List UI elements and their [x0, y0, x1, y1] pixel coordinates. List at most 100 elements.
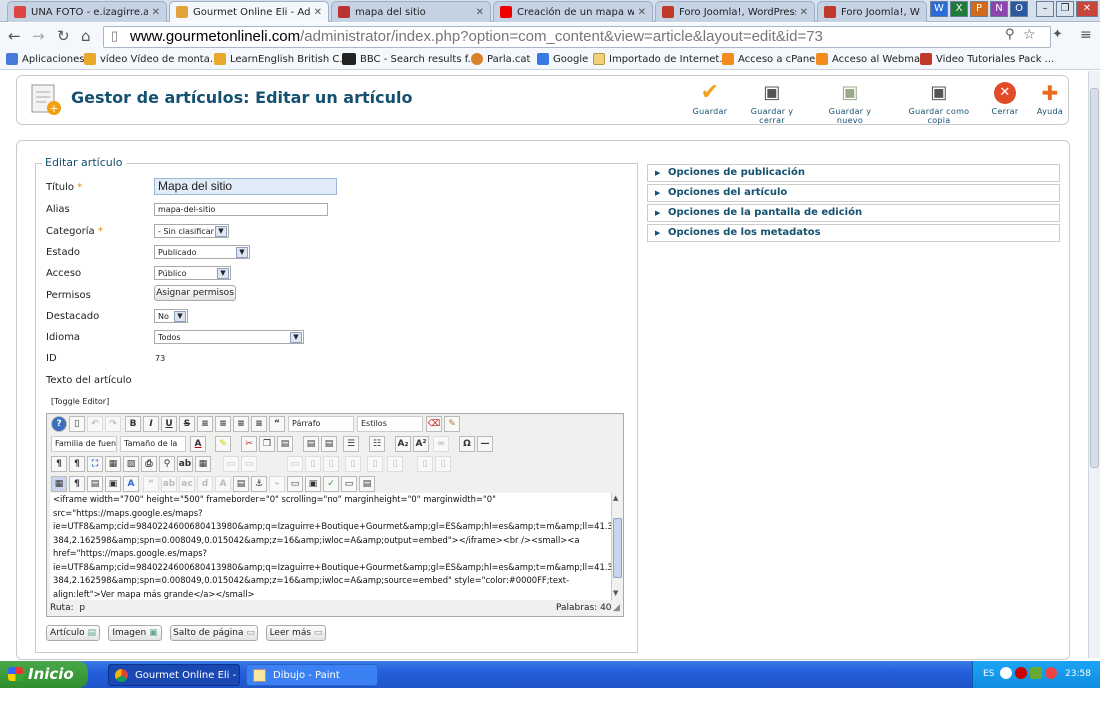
- ins-icon[interactable]: A: [215, 476, 231, 492]
- copy-icon[interactable]: ❐: [259, 436, 275, 452]
- language-indicator[interactable]: ES: [983, 669, 994, 679]
- bookmark-tutoriales[interactable]: Video Tutoriales Pack ...: [920, 53, 1054, 65]
- state-select[interactable]: Publicado ▼: [154, 245, 250, 259]
- text-color-icon[interactable]: A: [190, 436, 206, 452]
- superscript-icon[interactable]: A²: [413, 436, 429, 452]
- bookmark-cpanel[interactable]: Acceso a cPanel: [722, 53, 818, 65]
- merge-cells-icon[interactable]: ▯: [387, 456, 403, 472]
- tray-icon[interactable]: [1015, 667, 1027, 679]
- save-copy-button[interactable]: ▣ Guardar como copia: [896, 82, 982, 125]
- resize-handle-icon[interactable]: ◢: [613, 600, 620, 616]
- styles-select[interactable]: Estilos: [357, 416, 423, 432]
- menu-icon[interactable]: ≡: [1080, 27, 1092, 43]
- visual-aid-icon[interactable]: ▦: [51, 476, 67, 492]
- address-bar[interactable]: ▯ www.gourmetonlineli.com/administrator/…: [103, 26, 1051, 48]
- alias-input[interactable]: mapa-del-sitio: [154, 203, 328, 216]
- pagebreak-icon[interactable]: ▤: [359, 476, 375, 492]
- tab-gmail[interactable]: UNA FOTO - e.izagirre.a@g ✕: [7, 1, 167, 22]
- word-icon[interactable]: W: [930, 1, 948, 17]
- preview-icon[interactable]: ▦: [105, 456, 121, 472]
- link-icon[interactable]: ∞: [433, 436, 449, 452]
- italic-icon[interactable]: I: [143, 416, 159, 432]
- print-icon[interactable]: ⎙: [141, 456, 157, 472]
- row-props-icon[interactable]: ▯: [435, 456, 451, 472]
- scroll-up-icon[interactable]: ▲: [613, 494, 618, 502]
- reload-icon[interactable]: ↻: [57, 27, 70, 45]
- row-after-icon[interactable]: ▭: [241, 456, 257, 472]
- save-button[interactable]: ✔ Guardar: [690, 82, 730, 117]
- numbered-list-icon[interactable]: ☷: [369, 436, 385, 452]
- insert-image-button[interactable]: Imagen ▣: [108, 625, 162, 641]
- close-icon[interactable]: ✕: [314, 7, 322, 18]
- strikethrough-icon[interactable]: S: [179, 416, 195, 432]
- tray-icon[interactable]: [1000, 667, 1012, 679]
- subscript-icon[interactable]: A₂: [395, 436, 411, 452]
- new-document-icon[interactable]: ▯: [69, 416, 85, 432]
- star-icon[interactable]: ☆: [1023, 27, 1036, 43]
- bookmark-aplicaciones[interactable]: Aplicaciones: [6, 53, 84, 65]
- template-icon[interactable]: ▧: [123, 456, 139, 472]
- tab-mapa-del-sitio[interactable]: mapa del sitio ✕: [331, 1, 491, 22]
- save-new-button[interactable]: ▣ Guardar y nuevo: [815, 82, 885, 125]
- help-icon[interactable]: ?: [51, 416, 67, 432]
- cell-props-icon[interactable]: ▯: [417, 456, 433, 472]
- blockquote-icon[interactable]: “: [269, 416, 285, 432]
- row-before-icon[interactable]: ▭: [223, 456, 239, 472]
- bold-icon[interactable]: B: [125, 416, 141, 432]
- language-select[interactable]: Todos ▼: [154, 330, 304, 344]
- help-button[interactable]: ✚ Ayuda: [1034, 82, 1066, 116]
- back-icon[interactable]: ←: [8, 27, 21, 45]
- page-scroll-thumb[interactable]: [1090, 88, 1099, 468]
- style-props-icon[interactable]: A: [123, 476, 139, 492]
- minimize-icon[interactable]: –: [1036, 1, 1054, 17]
- align-right-icon[interactable]: ≡: [233, 416, 249, 432]
- tab-foro-joomla-2[interactable]: Foro Joomla!, Wor: [817, 1, 927, 22]
- access-select[interactable]: Público ▼: [154, 266, 231, 280]
- unlink-icon[interactable]: ⌁: [269, 476, 285, 492]
- start-button[interactable]: Inicio: [0, 661, 88, 688]
- read-more-button[interactable]: Leer más ▭: [266, 625, 326, 641]
- col-after-icon[interactable]: ▯: [323, 456, 339, 472]
- close-button[interactable]: ✕ Cerrar: [988, 82, 1022, 116]
- rtl-icon[interactable]: ¶: [69, 456, 85, 472]
- bookmark-learnenglish[interactable]: LearnEnglish British C...: [214, 53, 349, 65]
- tab-gourmet-admin[interactable]: Gourmet Online Eli - Adminis ✕: [169, 1, 329, 22]
- cut-icon[interactable]: ✂: [241, 436, 257, 452]
- ltr-icon[interactable]: ¶: [51, 456, 67, 472]
- image-icon[interactable]: ▣: [105, 476, 121, 492]
- delete-row-icon[interactable]: ▭: [287, 456, 303, 472]
- close-icon[interactable]: ✕: [800, 7, 808, 18]
- delete-col-icon[interactable]: ▯: [345, 456, 361, 472]
- app-icon[interactable]: O: [1010, 1, 1028, 17]
- cite-icon[interactable]: “: [143, 476, 159, 492]
- bookmark-google[interactable]: Google: [537, 53, 588, 65]
- task-chrome[interactable]: Gourmet Online Eli - A...: [108, 664, 240, 686]
- save-close-button[interactable]: ▣ Guardar y cerrar: [738, 82, 806, 125]
- tray-icon[interactable]: [1045, 667, 1057, 679]
- cleanup-icon[interactable]: ✎: [444, 416, 460, 432]
- insert-media-icon[interactable]: ▭: [287, 476, 303, 492]
- task-paint[interactable]: Dibujo - Paint: [246, 664, 378, 686]
- show-blocks-icon[interactable]: ¶: [69, 476, 85, 492]
- special-char-icon[interactable]: Ω: [459, 436, 475, 452]
- editor-scrollbar[interactable]: ▲ ▼: [611, 493, 623, 600]
- maximize-icon[interactable]: ❐: [1056, 1, 1074, 17]
- tab-youtube[interactable]: Creación de un mapa web c ✕: [493, 1, 653, 22]
- format-select[interactable]: Párrafo: [288, 416, 354, 432]
- paste-icon[interactable]: ▤: [277, 436, 293, 452]
- excel-icon[interactable]: X: [950, 1, 968, 17]
- abbr-icon[interactable]: ab: [161, 476, 177, 492]
- scroll-down-icon[interactable]: ▼: [613, 589, 618, 597]
- editor-content-area[interactable]: <iframe width="700" height="500" framebo…: [50, 493, 611, 600]
- nonbreaking-icon[interactable]: ▭: [341, 476, 357, 492]
- spellcheck-icon[interactable]: ✓: [323, 476, 339, 492]
- bookmark-video[interactable]: vídeo Vídeo de monta...: [84, 53, 219, 65]
- acronym-icon[interactable]: ac: [179, 476, 195, 492]
- title-input[interactable]: Mapa del sitio: [154, 178, 337, 195]
- forward-icon[interactable]: →: [32, 27, 45, 45]
- fullscreen-icon[interactable]: ⛶: [87, 456, 103, 472]
- panel-editing-layout[interactable]: ▶ Opciones de la pantalla de edición: [647, 204, 1060, 222]
- highlight-icon[interactable]: ✎: [215, 436, 231, 452]
- tray-icon[interactable]: [1030, 667, 1042, 679]
- home-icon[interactable]: ⌂: [81, 27, 91, 45]
